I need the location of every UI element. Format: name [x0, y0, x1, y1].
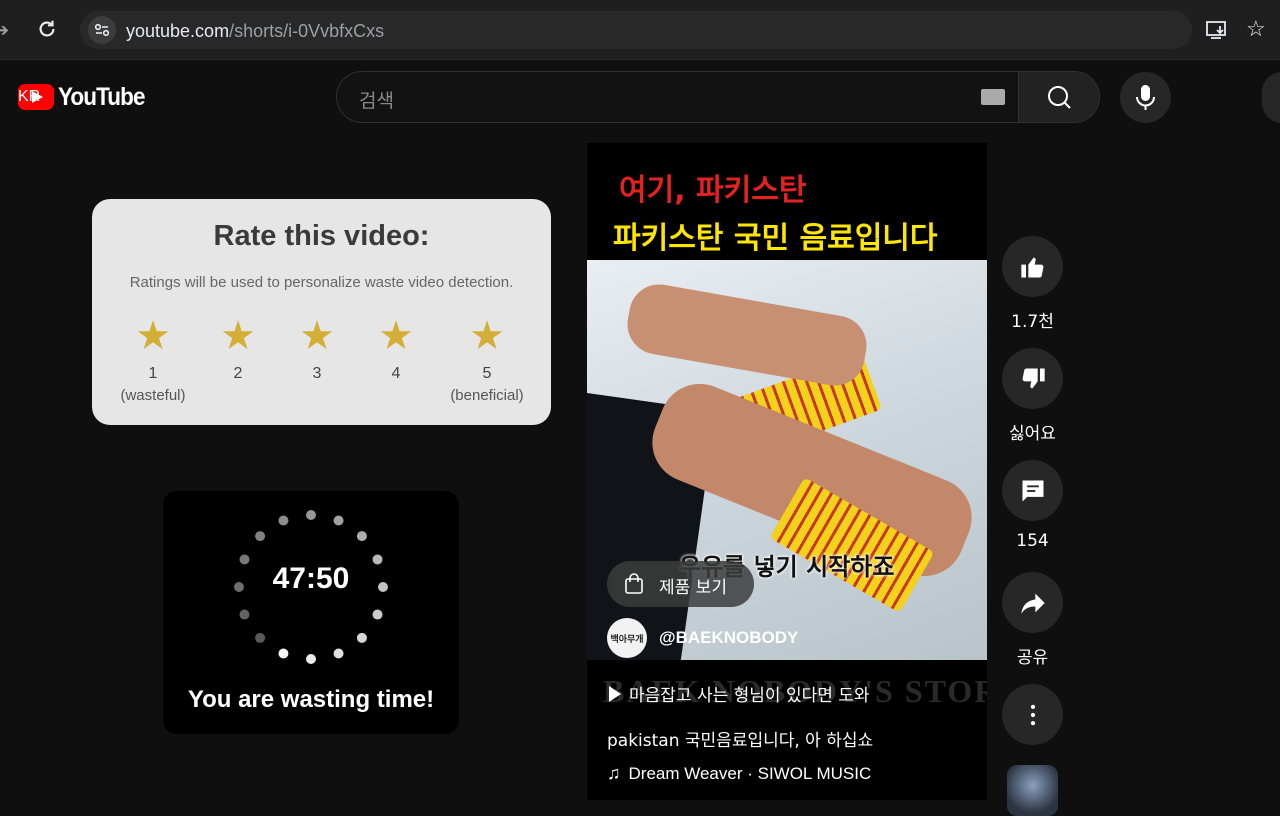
logo-wordmark: YouTube	[58, 82, 146, 111]
star-option-5[interactable]: ★ 5 (beneficial)	[442, 315, 532, 404]
spinner-dot	[278, 648, 289, 659]
share-icon	[1020, 593, 1045, 613]
shopping-bag-icon	[625, 573, 643, 594]
site-settings-icon[interactable]	[88, 16, 116, 44]
spinner-dot	[278, 515, 289, 526]
star-desc: (wasteful)	[120, 387, 186, 404]
spinner-dot	[333, 515, 344, 526]
star-icon[interactable]: ★	[442, 315, 532, 357]
video-description[interactable]: pakistan 국민음료입니다, 아 하십쇼	[607, 726, 873, 751]
related-video-link[interactable]: 마음잡고 사는 형님이 있다면 도와	[609, 681, 870, 706]
star-icon[interactable]: ★	[108, 315, 198, 357]
spinner-dot	[239, 609, 250, 620]
bookmark-star-icon[interactable]: ☆	[1246, 16, 1266, 42]
more-button[interactable]	[1002, 684, 1063, 745]
more-action[interactable]	[1002, 684, 1063, 745]
caption-line-2: 파키스탄 국민 음료입니다	[613, 221, 938, 256]
spinner-dot	[255, 531, 266, 542]
more-vert-icon	[1030, 704, 1035, 725]
timer-value: 47:50	[272, 562, 350, 595]
like-action[interactable]: 1.7천	[1002, 236, 1063, 332]
like-count: 1.7천	[1011, 312, 1054, 332]
search-input[interactable]: 검색	[336, 71, 1019, 123]
comment-action[interactable]: 154	[1002, 460, 1063, 551]
spinner-dot	[372, 609, 383, 620]
view-products-label: 제품 보기	[659, 578, 727, 598]
music-title: Dream Weaver · SIWOL MUSIC	[628, 763, 872, 783]
browser-toolbar: ➔ youtube.com/shorts/i-0VvbfxCxs ☆	[0, 0, 1280, 60]
back-icon[interactable]: ➔	[0, 20, 9, 41]
region-code: KR	[18, 88, 41, 105]
dislike-label: 싫어요	[1009, 424, 1056, 444]
star-number: 1	[148, 365, 158, 382]
share-action[interactable]: 공유	[1002, 572, 1063, 668]
star-icon[interactable]: ★	[272, 315, 362, 357]
star-option-1[interactable]: ★ 1 (wasteful)	[108, 315, 198, 404]
star-icon[interactable]: ★	[193, 315, 283, 357]
create-button[interactable]	[1262, 72, 1280, 123]
star-number: 5	[482, 365, 492, 382]
url-host: youtube.com	[126, 21, 230, 41]
star-rating: ★ 1 (wasteful) ★ 2 ★ 3 ★ 4 ★ 5 (benefici…	[92, 315, 551, 415]
star-option-3[interactable]: ★ 3	[272, 315, 362, 383]
star-option-4[interactable]: ★ 4	[351, 315, 441, 383]
share-button[interactable]	[1002, 572, 1063, 633]
channel-handle[interactable]: @BAEKNOBODY	[659, 628, 798, 648]
dislike-button[interactable]	[1002, 348, 1063, 409]
comment-button[interactable]	[1002, 460, 1063, 521]
related-video-title: 마음잡고 사는 형님이 있다면 도와	[629, 686, 870, 706]
play-icon	[609, 685, 621, 702]
comment-count: 154	[1016, 531, 1049, 551]
star-desc: (beneficial)	[450, 387, 524, 404]
dislike-action[interactable]: 싫어요	[1002, 348, 1063, 444]
channel-info[interactable]: 백아무개 @BAEKNOBODY	[607, 618, 798, 658]
thumbs-down-icon	[1022, 367, 1045, 388]
comment-icon	[1022, 480, 1043, 501]
search-icon	[1048, 86, 1071, 109]
star-number: 3	[312, 365, 322, 382]
like-button[interactable]	[1002, 236, 1063, 297]
search-placeholder: 검색	[359, 91, 394, 112]
keyboard-icon[interactable]	[981, 89, 1005, 105]
thumbs-up-icon	[1020, 257, 1043, 278]
view-products-button[interactable]: 제품 보기	[607, 561, 754, 607]
star-icon[interactable]: ★	[351, 315, 441, 357]
star-number: 2	[233, 365, 243, 382]
spinner-dot	[255, 632, 266, 643]
star-option-2[interactable]: ★ 2	[193, 315, 283, 383]
spinner-dot	[356, 632, 367, 643]
star-number: 4	[391, 365, 401, 382]
rate-title: Rate this video:	[213, 220, 430, 252]
install-app-icon[interactable]	[1206, 20, 1228, 40]
video-arm	[622, 279, 872, 391]
music-link[interactable]: ♫ Dream Weaver · SIWOL MUSIC	[607, 763, 871, 784]
spinner-dot	[356, 531, 367, 542]
url-path: /shorts/i-0VvbfxCxs	[229, 21, 385, 41]
waste-timer-card: 47:50 You are wasting time!	[163, 491, 459, 734]
address-bar[interactable]: youtube.com/shorts/i-0VvbfxCxs	[80, 11, 1192, 49]
mic-icon	[1136, 85, 1155, 110]
timer-message: You are wasting time!	[187, 686, 435, 713]
shorts-player[interactable]: 여기, 파키스탄 파키스탄 국민 음료입니다 우유를 넣기 시작하죠 제품 보기…	[587, 143, 987, 800]
url-text[interactable]: youtube.com/shorts/i-0VvbfxCxs	[126, 21, 384, 42]
rate-subtitle: Ratings will be used to personalize wast…	[129, 274, 514, 291]
search-button[interactable]	[1018, 71, 1100, 123]
channel-avatar[interactable]: 백아무개	[607, 618, 647, 658]
sound-thumbnail[interactable]	[1007, 765, 1058, 816]
music-note-icon: ♫	[607, 763, 621, 783]
spinner-dot	[306, 510, 316, 520]
voice-search-button[interactable]	[1120, 72, 1171, 123]
caption-line-1: 여기, 파키스탄	[619, 173, 807, 208]
reload-icon[interactable]	[36, 18, 58, 40]
rate-video-card: Rate this video: Ratings will be used to…	[92, 199, 551, 425]
share-label: 공유	[1016, 648, 1049, 668]
spinner-dot	[333, 648, 344, 659]
spinner-dot	[306, 654, 316, 664]
